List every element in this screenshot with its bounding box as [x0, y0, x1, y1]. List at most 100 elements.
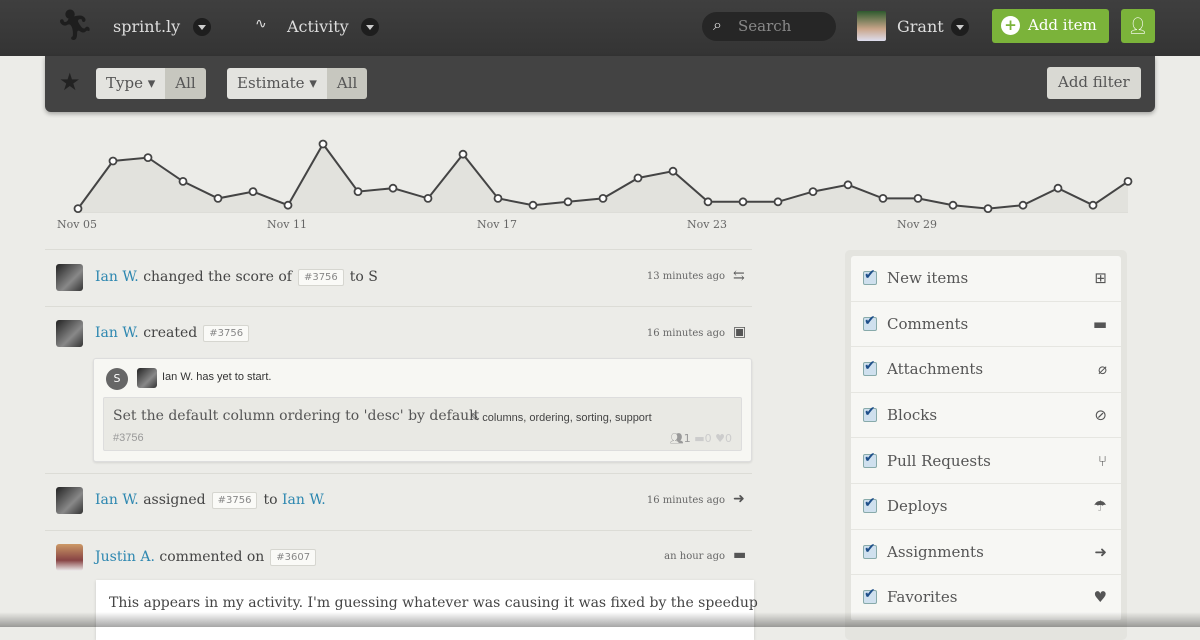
search-input[interactable]: ⌕ Search	[702, 12, 836, 41]
add-filter-button[interactable]: Add filter	[1047, 67, 1141, 99]
filter-type-icon: ⌀	[1097, 360, 1107, 379]
item-badge[interactable]: #3756	[297, 269, 344, 286]
assignee-link[interactable]: Ian W.	[282, 492, 326, 508]
filter-label: Deploys	[887, 497, 948, 516]
size-badge: S	[106, 368, 128, 390]
filter-label: Blocks	[887, 406, 938, 425]
action-suffix: to	[263, 492, 278, 508]
filter-type-icon: ⑂	[1097, 451, 1107, 470]
chart-point	[773, 197, 783, 207]
checkbox[interactable]	[863, 313, 877, 331]
user-link[interactable]: Ian W.	[95, 492, 139, 508]
filter-label: Attachments	[887, 360, 984, 379]
add-user-button[interactable]: 👤︎	[1121, 9, 1155, 43]
score-icon: ⇆	[733, 268, 745, 284]
timestamp: 16 minutes ago	[646, 328, 725, 339]
filter-option-deploys[interactable]: Deploys ☂	[851, 484, 1121, 530]
filter-label: Assignments	[887, 542, 984, 561]
divider	[45, 530, 752, 531]
chart-point	[703, 197, 713, 207]
chart-point	[458, 149, 468, 159]
user-link[interactable]: Ian W.	[95, 269, 139, 285]
action-text: created	[143, 325, 198, 341]
checkbox[interactable]	[863, 267, 877, 286]
activity-icon: ∿	[255, 16, 267, 32]
checkbox[interactable]	[863, 541, 877, 559]
status-text: Ian W. has yet to start.	[162, 371, 272, 383]
item-stats: 👥︎1 ▬0 ♥0	[670, 432, 732, 445]
checkbox[interactable]	[863, 450, 877, 468]
type-filter-label[interactable]: Type ▾	[96, 68, 166, 99]
item-badge[interactable]: #3756	[203, 325, 250, 342]
item-card[interactable]: S Ian W. has yet to start. Set the defau…	[93, 358, 752, 462]
divider	[45, 306, 752, 307]
project-name[interactable]: sprint.ly	[113, 17, 180, 36]
type-label: Type	[106, 74, 143, 92]
filter-label: Comments	[887, 314, 969, 333]
chart-point	[738, 197, 748, 207]
avatar[interactable]	[56, 264, 83, 291]
chart-point	[983, 204, 993, 213]
chart-point	[73, 204, 83, 213]
item-badge[interactable]: #3607	[270, 549, 317, 566]
user-name[interactable]: Grant	[897, 17, 944, 36]
avatar[interactable]	[56, 320, 83, 347]
item-number: #3756	[113, 432, 144, 444]
checkbox[interactable]	[863, 404, 877, 423]
tag-icon: ✎	[470, 412, 483, 424]
user-link[interactable]: Justin A.	[95, 549, 155, 565]
chart-point	[878, 194, 888, 203]
estimate-filter[interactable]: Estimate ▾ All	[227, 68, 368, 99]
chart-point	[493, 194, 503, 203]
filter-option-pull-requests[interactable]: Pull Requests ⑂	[851, 438, 1121, 484]
feed-item-text: Ian W. changed the score of #3756 to S	[95, 269, 378, 286]
filter-option-attachments[interactable]: Attachments ⌀	[851, 347, 1121, 393]
type-filter[interactable]: Type ▾ All	[96, 68, 206, 99]
filter-type-icon: ➜	[1094, 542, 1107, 561]
add-item-button[interactable]: + Add item	[992, 9, 1109, 43]
plus-circle-icon: +	[1001, 16, 1020, 35]
filter-label: Favorites	[887, 588, 958, 607]
checkbox[interactable]	[863, 586, 877, 605]
tags-text[interactable]: columns, ordering, sorting, support	[482, 412, 651, 424]
new-item-icon: ▣	[733, 324, 747, 340]
filter-label: Pull Requests	[887, 451, 991, 470]
activity-filter-sidebar: New items ⊞ Comments ▬ Attachments ⌀ Blocks ⊘ Pu…	[845, 250, 1127, 640]
filter-label: New items	[887, 269, 969, 288]
timestamp: an hour ago	[664, 551, 725, 562]
type-filter-value[interactable]: All	[165, 68, 206, 99]
chart-point	[598, 194, 608, 203]
estimate-filter-value[interactable]: All	[326, 68, 368, 99]
item-badge[interactable]: #3756	[211, 492, 258, 509]
user-dropdown-icon[interactable]	[951, 18, 969, 36]
chart-point	[353, 187, 363, 196]
avatar[interactable]	[56, 487, 83, 514]
activity-nav[interactable]: Activity	[287, 17, 349, 36]
checkbox[interactable]	[863, 495, 877, 514]
filter-type-icon: ▬	[1092, 314, 1107, 333]
checkbox[interactable]	[863, 358, 877, 377]
item-title[interactable]: Set the default column ordering to 'desc…	[113, 408, 479, 424]
chart-point	[528, 200, 538, 210]
activity-dropdown-icon[interactable]	[361, 18, 379, 36]
estimate-filter-label[interactable]: Estimate ▾	[227, 68, 327, 99]
user-avatar[interactable]	[857, 11, 886, 41]
filter-option-assignments[interactable]: Assignments ➜	[851, 530, 1121, 576]
filter-option-new-items[interactable]: New items ⊞	[851, 256, 1121, 302]
sprintly-logo-runner-icon[interactable]: 🏃︎	[56, 8, 94, 43]
chart-point	[1018, 200, 1028, 210]
x-tick-label: Nov 17	[477, 218, 517, 231]
action-suffix: to S	[349, 269, 378, 285]
user-link[interactable]: Ian W.	[95, 325, 139, 341]
filter-type-icon: ⊘	[1094, 406, 1107, 425]
project-dropdown-icon[interactable]	[193, 18, 211, 36]
star-icon[interactable]: ★	[59, 68, 81, 96]
chart-point	[1123, 177, 1133, 186]
search-icon: ⌕	[713, 15, 722, 34]
avatar[interactable]	[56, 544, 83, 571]
action-text: assigned	[143, 492, 206, 508]
chart-point	[143, 153, 153, 162]
filter-option-comments[interactable]: Comments ▬	[851, 302, 1121, 348]
filter-option-blocks[interactable]: Blocks ⊘	[851, 393, 1121, 439]
assignees-count: 1	[683, 432, 691, 445]
